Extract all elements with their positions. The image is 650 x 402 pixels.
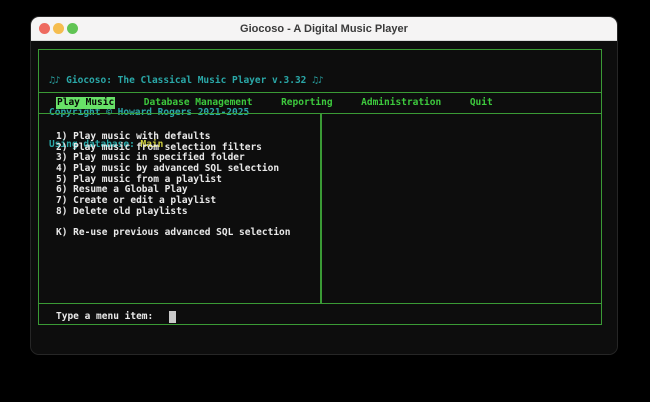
title-bar: Giocoso - A Digital Music Player: [31, 17, 617, 41]
menu-option-8[interactable]: 8) Delete old playlists: [56, 207, 320, 218]
tui-frame: ♫♪ Giocoso: The Classical Music Player v…: [38, 49, 602, 325]
prompt-bar: Type a menu item:: [39, 303, 601, 324]
prompt-label: Type a menu item:: [56, 312, 153, 323]
menu-tab-play-music[interactable]: Play Music: [56, 97, 115, 110]
terminal-area: ♫♪ Giocoso: The Classical Music Player v…: [31, 41, 617, 355]
app-window: Giocoso - A Digital Music Player ♫♪ Gioc…: [30, 16, 618, 355]
app-banner: ♫♪ Giocoso: The Classical Music Player v…: [39, 50, 601, 92]
banner-title: ♫♪ Giocoso: The Classical Music Player v…: [49, 76, 601, 87]
window-title: Giocoso - A Digital Music Player: [31, 23, 617, 35]
menu-options-pane: 1) Play music with defaults 2) Play musi…: [39, 114, 320, 303]
menu-option-k[interactable]: K) Re-use previous advanced SQL selectio…: [56, 228, 320, 239]
menu-tab-quit[interactable]: Quit: [470, 98, 493, 109]
menu-tab-reporting[interactable]: Reporting: [281, 98, 332, 109]
desktop: Giocoso - A Digital Music Player ♫♪ Gioc…: [0, 0, 650, 402]
menu-tab-database-management[interactable]: Database Management: [144, 98, 253, 109]
content-panes: 1) Play music with defaults 2) Play musi…: [39, 114, 601, 303]
output-pane: [322, 114, 602, 303]
menu-bar: Play Music Database Management Reporting…: [39, 92, 601, 114]
text-cursor[interactable]: [169, 311, 176, 323]
menu-tab-administration[interactable]: Administration: [361, 98, 441, 109]
